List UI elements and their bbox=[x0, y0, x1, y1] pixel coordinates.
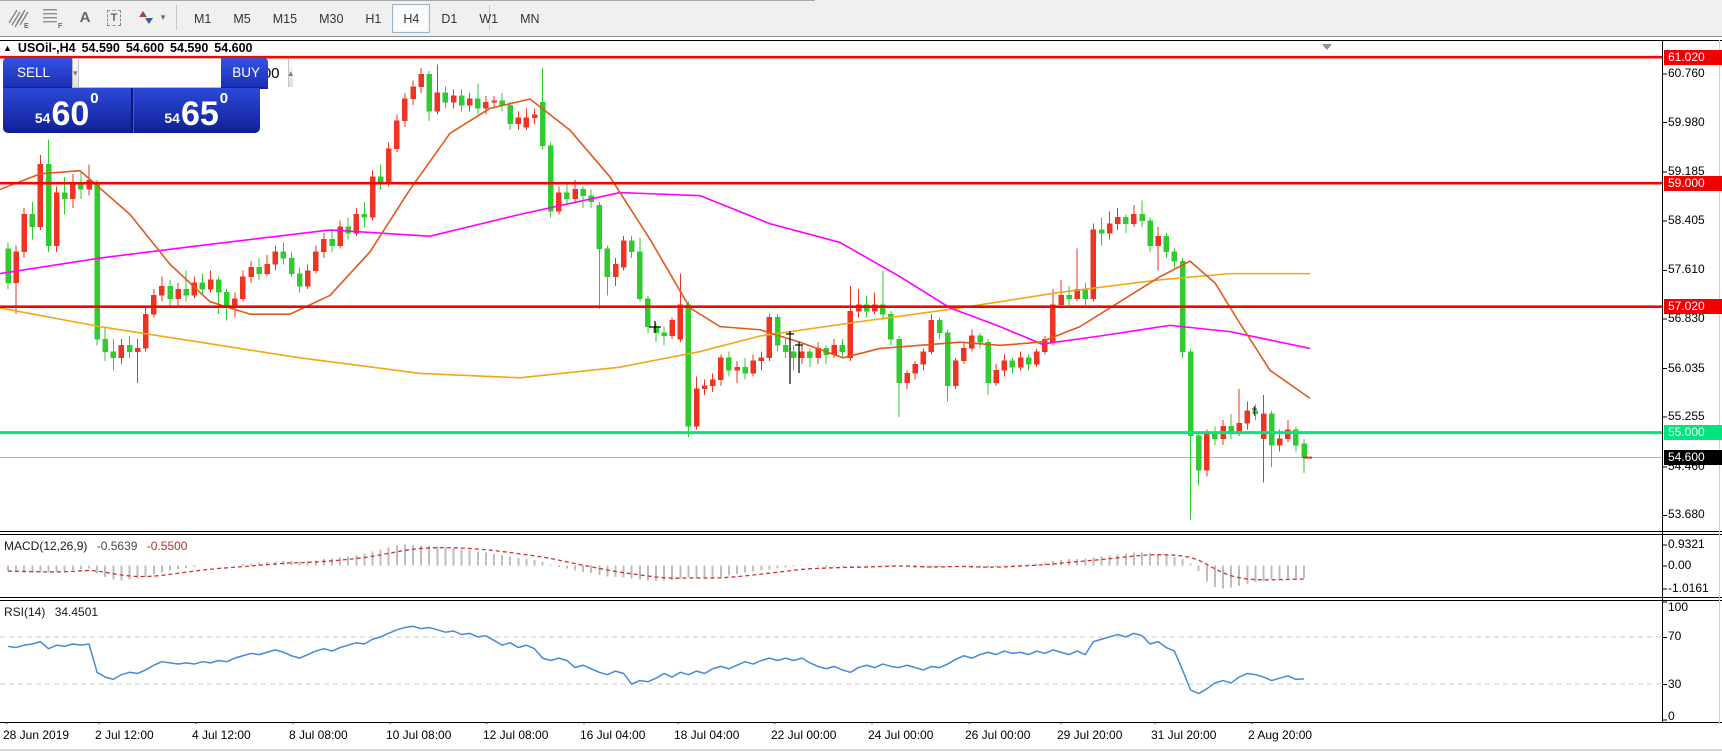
price-axis-label: 56.035 bbox=[1668, 361, 1705, 375]
rsi-value: 34.4501 bbox=[55, 605, 98, 619]
time-axis-label: 10 Jul 08:00 bbox=[386, 728, 451, 742]
price-badge: 55.000 bbox=[1664, 425, 1722, 440]
sell-price[interactable]: 54 60 0 bbox=[3, 88, 131, 133]
toolbar-separator bbox=[176, 5, 177, 30]
svg-text:†: † bbox=[1251, 404, 1258, 418]
macd-indicator-label: MACD(12,26,9) -0.5639 -0.5500 bbox=[4, 539, 187, 553]
mt4-window: † E F A T bbox=[0, 0, 1722, 752]
time-axis-label: 24 Jul 00:00 bbox=[868, 728, 933, 742]
time-axis-label: 31 Jul 20:00 bbox=[1151, 728, 1216, 742]
time-axis-label: 18 Jul 04:00 bbox=[674, 728, 739, 742]
volume-spinner: ▾ ▴ bbox=[72, 58, 221, 88]
timeframe-button-h4[interactable]: H4 bbox=[392, 4, 430, 33]
caret-down-icon: ▾ bbox=[73, 68, 78, 79]
rsi-line bbox=[8, 626, 1304, 693]
window-bottom-edge bbox=[0, 749, 1722, 751]
sell-button-label: SELL bbox=[17, 65, 50, 80]
time-axis-label: 22 Jul 00:00 bbox=[771, 728, 836, 742]
price-axis-label: 0.9321 bbox=[1668, 537, 1705, 551]
time-axis-label: 29 Jul 20:00 bbox=[1057, 728, 1122, 742]
sell-price-sup: 0 bbox=[90, 90, 98, 107]
caret-up-icon: ▴ bbox=[289, 68, 294, 79]
volume-increase-button[interactable]: ▴ bbox=[288, 59, 294, 87]
timeframe-button-h1[interactable]: H1 bbox=[354, 4, 392, 33]
price-axis-label: 53.680 bbox=[1668, 507, 1705, 521]
time-axis-label: 12 Jul 08:00 bbox=[483, 728, 548, 742]
sell-price-small: 54 bbox=[35, 110, 51, 126]
symbol-ohlc-bar: ▲ USOil-,H4 54.590 54.600 54.590 54.600 bbox=[3, 41, 253, 55]
price-axis-label: 0 bbox=[1668, 709, 1675, 723]
arrows-dropdown-caret[interactable]: ▾ bbox=[161, 12, 166, 23]
buy-price[interactable]: 54 65 0 bbox=[133, 88, 261, 133]
symbol-triangle-icon: ▲ bbox=[3, 43, 12, 53]
ma-fast-line bbox=[0, 99, 1310, 398]
one-click-trading-panel: SELL ▾ ▴ BUY 54 60 0 5 bbox=[3, 58, 260, 133]
ohlc-high: 54.600 bbox=[126, 41, 164, 55]
price-axis-label: 58.405 bbox=[1668, 213, 1705, 227]
price-badge: 54.600 bbox=[1664, 450, 1722, 465]
buy-button[interactable]: BUY bbox=[221, 58, 268, 89]
macd-signal-value: -0.5500 bbox=[147, 539, 188, 553]
buy-price-small: 54 bbox=[164, 110, 180, 126]
macd-main-value: -0.5639 bbox=[97, 539, 138, 553]
time-axis-label: 26 Jul 00:00 bbox=[965, 728, 1030, 742]
price-axis-label: 100 bbox=[1668, 600, 1688, 614]
timeframe-button-mn[interactable]: MN bbox=[509, 4, 550, 33]
text-icon-glyph: A bbox=[80, 9, 91, 26]
time-axis[interactable]: 28 Jun 2019 2 Jul 12:00 4 Jul 12:00 8 Jul 0… bbox=[0, 724, 1722, 750]
timeframe-button-d1[interactable]: D1 bbox=[430, 4, 468, 33]
time-axis-label: 4 Jul 12:00 bbox=[192, 728, 251, 742]
timeframe-button-m30[interactable]: M30 bbox=[308, 4, 354, 33]
timeframe-button-m15[interactable]: M15 bbox=[262, 4, 308, 33]
buy-price-big: 65 bbox=[181, 99, 219, 129]
svg-text:E: E bbox=[24, 23, 29, 29]
price-axis-label: 60.760 bbox=[1668, 66, 1705, 80]
time-axis-label: 2 Jul 12:00 bbox=[95, 728, 154, 742]
buy-price-sup: 0 bbox=[220, 90, 228, 107]
ohlc-close: 54.600 bbox=[214, 41, 252, 55]
text-icon[interactable]: A bbox=[72, 4, 98, 31]
svg-text:F: F bbox=[58, 23, 63, 29]
time-axis-label: 16 Jul 04:00 bbox=[580, 728, 645, 742]
price-axis[interactable]: 60.76059.98059.18558.40557.61056.83056.0… bbox=[1663, 36, 1722, 726]
time-axis-label: 28 Jun 2019 bbox=[3, 728, 69, 742]
rsi-name: RSI(14) bbox=[4, 605, 45, 619]
arrows-icon[interactable]: ▾ bbox=[132, 4, 170, 31]
price-badge: 61.020 bbox=[1664, 50, 1722, 65]
symbol-name: USOil-,H4 bbox=[18, 41, 76, 55]
fibo-fan-icon[interactable]: F bbox=[38, 4, 68, 31]
window-chrome-line bbox=[0, 0, 815, 1]
price-axis-label: 55.255 bbox=[1668, 409, 1705, 423]
time-axis-label: 8 Jul 08:00 bbox=[289, 728, 348, 742]
triangle-marker-icon bbox=[1322, 44, 1332, 50]
ohlc-open: 54.590 bbox=[82, 41, 120, 55]
price-badge: 57.020 bbox=[1664, 299, 1722, 314]
text-label-icon-glyph: T bbox=[107, 10, 122, 26]
timeframe-buttons: M1M5M15M30H1H4D1W1MN bbox=[183, 4, 551, 31]
text-label-icon[interactable]: T bbox=[100, 4, 128, 31]
price-axis-label: 59.980 bbox=[1668, 115, 1705, 129]
sell-price-big: 60 bbox=[51, 99, 89, 129]
timeframe-button-m5[interactable]: M5 bbox=[222, 4, 261, 33]
macd-name: MACD(12,26,9) bbox=[4, 539, 87, 553]
fibo-expansion-icon[interactable]: E bbox=[4, 4, 34, 31]
price-axis-label: 57.610 bbox=[1668, 262, 1705, 276]
toolbar: E F A T ▾ M1M5M15M30H1H4D1W bbox=[0, 0, 1722, 37]
buy-button-label: BUY bbox=[232, 65, 260, 80]
time-axis-label: 2 Aug 20:00 bbox=[1248, 728, 1312, 742]
rsi-indicator-label: RSI(14) 34.4501 bbox=[4, 605, 98, 619]
price-axis-label: 30 bbox=[1668, 677, 1681, 691]
timeframe-button-m1[interactable]: M1 bbox=[183, 4, 222, 33]
price-axis-label: 70 bbox=[1668, 629, 1681, 643]
timeframe-button-w1[interactable]: W1 bbox=[468, 4, 509, 33]
bid-ask-prices: 54 60 0 54 65 0 bbox=[3, 88, 260, 133]
price-badge: 59.000 bbox=[1664, 176, 1722, 191]
price-axis-label: -1.0161 bbox=[1668, 581, 1709, 595]
price-axis-label: 0.00 bbox=[1668, 558, 1691, 572]
ohlc-low: 54.590 bbox=[170, 41, 208, 55]
